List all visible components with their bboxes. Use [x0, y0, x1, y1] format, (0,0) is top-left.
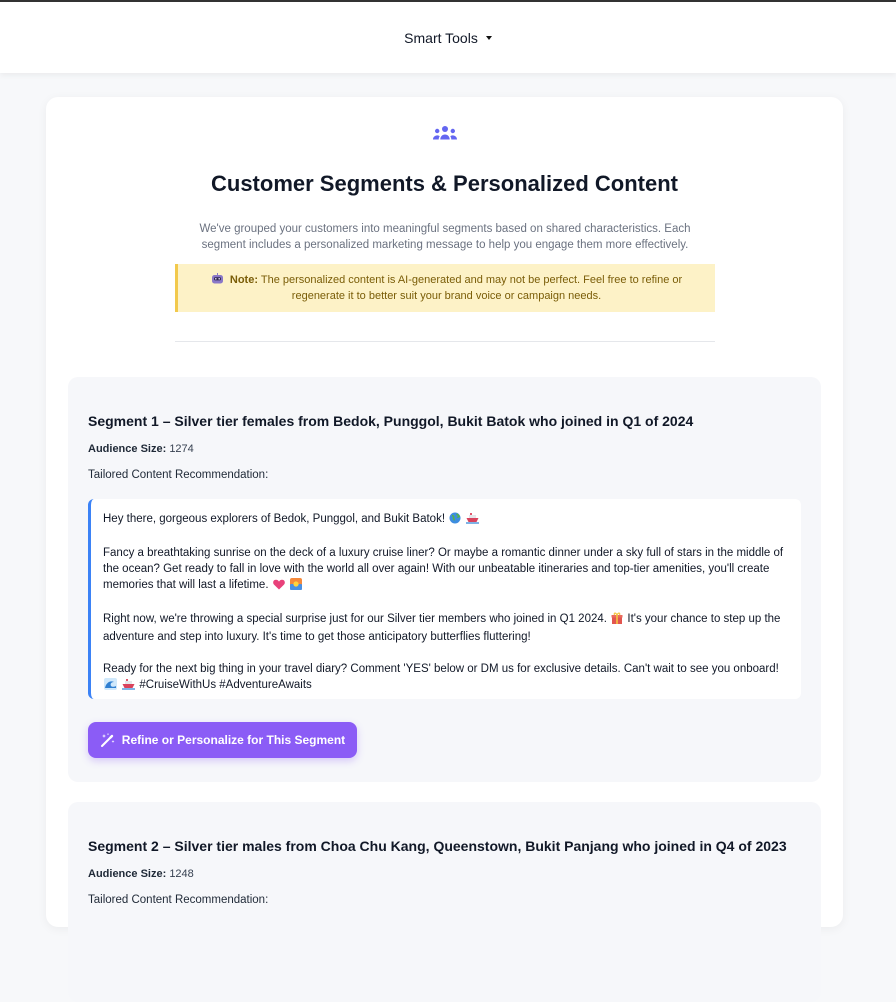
page-intro: We've grouped your customers into meanin… — [199, 223, 691, 251]
audience-size-value: 1274 — [169, 443, 194, 455]
caret-down-icon — [485, 35, 492, 40]
refine-segment-button[interactable]: Refine or Personalize for This Segment — [88, 722, 357, 758]
segment-number: Segment 1 — [88, 413, 159, 429]
heart-emoji-icon — [272, 579, 285, 595]
sunset-emoji-icon — [289, 578, 302, 595]
top-navbar: Smart Tools — [0, 2, 896, 73]
page-title: Customer Segments & Personalized Content — [211, 171, 678, 196]
content-paragraph: Right now, we're throwing a special surp… — [103, 612, 781, 643]
gift-emoji-icon — [611, 612, 623, 629]
segment-number: Segment 2 — [88, 838, 159, 854]
section-divider — [175, 341, 715, 342]
tailored-content-box: Hey there, gorgeous explorers of Bedok, … — [88, 499, 801, 699]
audience-size-label: Audience Size: — [88, 868, 167, 880]
note-label: Note: — [229, 274, 258, 286]
note-text: The personalized content is AI-generated… — [260, 274, 683, 302]
ai-note-banner: Note: The personalized content is AI-gen… — [175, 264, 715, 312]
content-paragraph: Fancy a breathtaking sunrise on the deck… — [103, 545, 789, 595]
content-paragraph: Hey there, gorgeous explorers of Bedok, … — [103, 511, 789, 529]
segment-card: Segment 1 – Silver tier females from Bed… — [68, 377, 821, 782]
audience-size-value: 1248 — [169, 868, 194, 880]
wave-emoji-icon — [104, 678, 117, 695]
smart-tools-label: Smart Tools — [404, 29, 478, 46]
audience-size-label: Audience Size: — [88, 443, 167, 455]
ship-emoji-icon — [122, 678, 136, 695]
globe-emoji-icon — [449, 512, 461, 529]
tailored-content-label: Tailored Content Recommendation: — [88, 469, 269, 481]
tailored-content-label: Tailored Content Recommendation: — [88, 894, 269, 906]
audience-size: Audience Size: 1248 — [88, 868, 194, 880]
segments-card: Customer Segments & Personalized Content… — [46, 97, 843, 1002]
segment-card: Segment 2 – Silver tier males from Choa … — [68, 802, 821, 1002]
segment-description: – Silver tier males from Choa Chu Kang, … — [162, 838, 787, 854]
segment-title: Segment 1 – Silver tier females from Bed… — [88, 413, 693, 429]
users-group-icon — [433, 126, 457, 140]
magic-wand-icon — [100, 733, 115, 747]
audience-size: Audience Size: 1274 — [88, 443, 194, 455]
refine-button-label: Refine or Personalize for This Segment — [121, 733, 346, 747]
robot-icon — [211, 273, 223, 284]
segment-description: – Silver tier females from Bedok, Punggo… — [162, 413, 694, 429]
content-paragraph: Ready for the next big thing in your tra… — [103, 661, 789, 695]
smart-tools-dropdown[interactable]: Smart Tools — [404, 30, 492, 46]
segment-title: Segment 2 – Silver tier males from Choa … — [88, 838, 787, 854]
ship-emoji-icon — [466, 512, 480, 529]
